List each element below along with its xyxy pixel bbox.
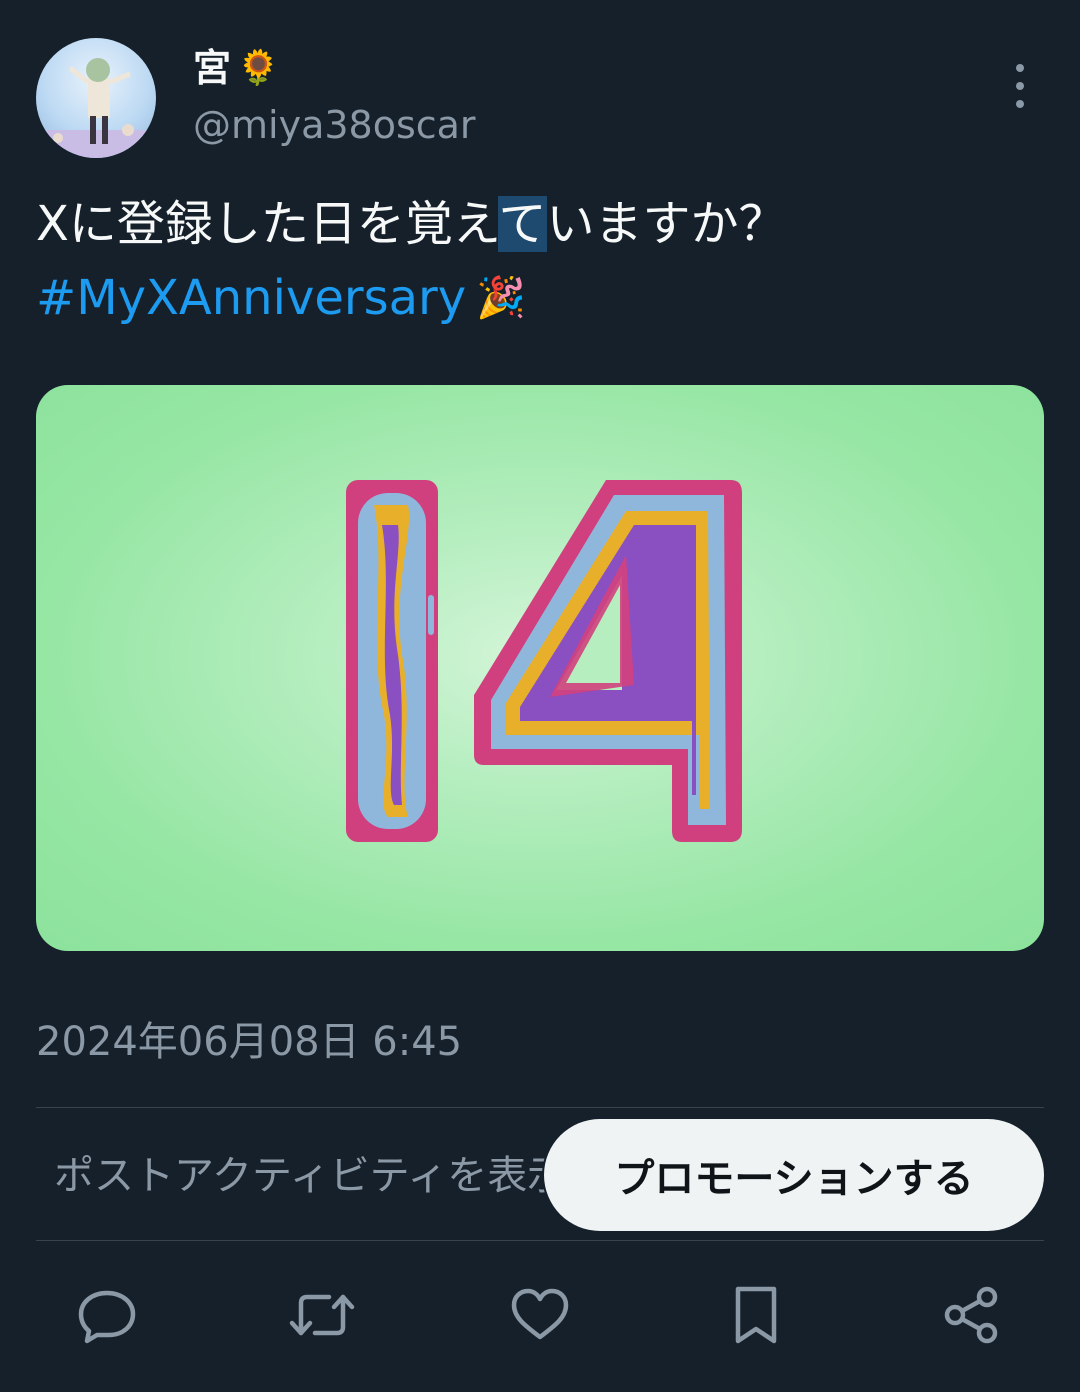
hashtag-line: #MyXAnniversary 🎉	[36, 262, 526, 334]
post-activity-link[interactable]: ポストアクティビティを表示	[36, 1146, 566, 1206]
digit-four	[474, 480, 742, 842]
reply-icon[interactable]	[74, 1282, 140, 1348]
display-name-text: 宮	[193, 46, 232, 90]
sunflower-emoji: 🌻	[237, 48, 280, 88]
promote-button-label: プロモーションする	[614, 1156, 974, 1202]
like-icon[interactable]	[507, 1282, 573, 1348]
hashtag-link[interactable]: #MyXAnniversary	[36, 262, 466, 334]
anniversary-14-graphic	[346, 480, 742, 842]
tweet-text-selection[interactable]: て	[498, 196, 547, 252]
digit-one	[346, 480, 438, 842]
share-icon[interactable]	[938, 1282, 1004, 1348]
more-options-icon[interactable]	[1002, 64, 1038, 108]
avatar[interactable]	[36, 38, 156, 158]
post-activity-label: ポストアクティビティを表示	[54, 1153, 566, 1199]
tweet-timestamp[interactable]: 2024年06月08日 6:45	[36, 1012, 462, 1072]
avatar-illustration	[36, 58, 156, 158]
tweet-text: Xに登録した日を覚えていますか？	[36, 188, 1046, 260]
user-handle[interactable]: @miya38oscar	[193, 100, 476, 150]
tweet-media-image[interactable]	[36, 385, 1044, 951]
divider	[36, 1107, 1044, 1108]
retweet-icon[interactable]	[289, 1282, 355, 1348]
dot	[1016, 82, 1024, 90]
divider	[36, 1240, 1044, 1241]
dot	[1016, 64, 1024, 72]
tweet-text-after: いますか？	[546, 196, 787, 252]
display-name[interactable]: 宮 🌻	[193, 40, 279, 96]
bookmark-icon[interactable]	[723, 1282, 789, 1348]
tweet-actions-bar	[36, 1270, 1044, 1360]
tweet-text-before: Xに登録した日を覚え	[36, 196, 499, 252]
promote-button[interactable]: プロモーションする	[544, 1119, 1044, 1231]
dot	[1016, 100, 1024, 108]
party-popper-emoji: 🎉	[476, 275, 526, 321]
